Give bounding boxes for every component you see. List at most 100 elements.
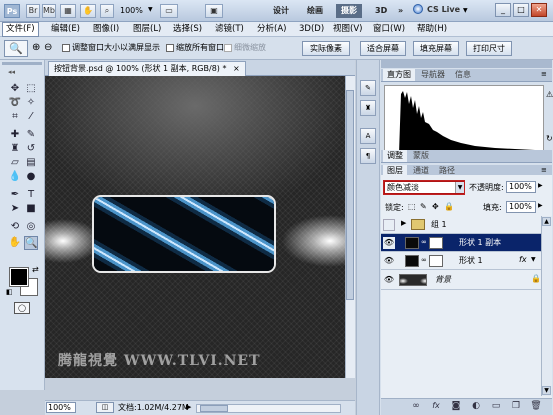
mini-bridge-button[interactable]: Mb <box>42 4 56 18</box>
fx-icon[interactable]: fx <box>519 255 527 264</box>
quick-mask-icon[interactable]: ◯ <box>14 302 30 314</box>
tab-adjustments[interactable]: 调整 <box>383 150 407 162</box>
character-panel-icon[interactable]: A <box>360 128 376 144</box>
scroll-down-icon[interactable]: ▼ <box>542 386 551 395</box>
expand-arrow-icon[interactable]: ▶ <box>401 219 406 227</box>
fill-field[interactable]: 100% <box>506 201 536 213</box>
layer-row-shape[interactable]: 👁 ∞ 形状 1 fx ▼ <box>381 252 541 270</box>
clone-stamp-tool-icon[interactable]: ♜ <box>8 142 22 156</box>
expand-effects-icon[interactable]: ▼ <box>531 256 536 263</box>
close-icon[interactable]: ✕ <box>531 3 547 17</box>
status-menu-icon[interactable]: ◫ <box>96 402 114 413</box>
bridge-button[interactable]: Br <box>26 4 40 18</box>
workspace-photography[interactable]: 摄影 <box>336 4 362 18</box>
extras-icon[interactable]: ▦ <box>60 4 76 18</box>
crop-tool-icon[interactable]: ⌗ <box>8 110 22 124</box>
hand-tool-icon[interactable]: ✋ <box>8 236 22 250</box>
eye-icon[interactable]: 👁 <box>383 237 395 249</box>
menu-edit[interactable]: 编辑(E) <box>48 22 83 37</box>
checkbox-box[interactable] <box>62 43 70 52</box>
zoom-out-icon[interactable]: ⊖ <box>44 42 52 53</box>
add-mask-icon[interactable]: ◙ <box>450 400 462 412</box>
swap-colors-icon[interactable]: ⇄ <box>32 265 39 274</box>
maximize-icon[interactable]: □ <box>513 3 529 17</box>
panel-menu-icon[interactable]: ≡ <box>541 166 547 174</box>
eye-icon[interactable]: 👁 <box>383 255 395 267</box>
zoom-all-windows-checkbox[interactable]: 缩放所有窗口 <box>166 43 224 53</box>
fx-icon[interactable]: fx <box>430 400 442 412</box>
layers-scrollbar[interactable] <box>541 216 552 396</box>
document-tab[interactable]: 按钮背景.psd @ 100% (形状 1 副本, RGB/8) * × <box>48 61 246 76</box>
adjustment-layer-icon[interactable]: ◐ <box>470 400 482 412</box>
tab-histogram[interactable]: 直方图 <box>383 69 415 81</box>
menu-view[interactable]: 视图(V) <box>330 22 365 37</box>
arrange-documents-icon[interactable]: ▭ <box>160 4 178 18</box>
refresh-icon[interactable]: ⚠ <box>546 90 553 99</box>
path-selection-tool-icon[interactable]: ➤ <box>8 202 22 216</box>
zoom-tool-icon[interactable]: ⌕ <box>100 4 114 18</box>
history-brush-tool-icon[interactable]: ↺ <box>24 142 38 156</box>
fill-screen-button[interactable]: 填充屏幕 <box>413 41 459 56</box>
clone-source-panel-icon[interactable]: ♜ <box>360 100 376 116</box>
print-size-button[interactable]: 打印尺寸 <box>466 41 512 56</box>
toolbox-grip[interactable] <box>2 62 42 65</box>
resize-windows-checkbox[interactable]: 调整窗口大小以满屏显示 <box>62 43 160 53</box>
menu-3d[interactable]: 3D(D) <box>296 22 327 37</box>
lock-transparent-icon[interactable]: ⬚ <box>408 202 416 211</box>
magic-wand-tool-icon[interactable]: ✧ <box>24 96 38 110</box>
lasso-tool-icon[interactable]: ➰ <box>8 96 22 110</box>
hand-tool-icon[interactable]: ✋ <box>80 4 96 18</box>
collapse-icon[interactable]: ◂◂ <box>8 68 15 76</box>
checkbox-box[interactable] <box>166 43 174 52</box>
eraser-tool-icon[interactable]: ▱ <box>8 156 22 170</box>
pen-tool-icon[interactable]: ✒ <box>8 188 22 202</box>
minimize-icon[interactable]: _ <box>495 3 511 17</box>
menu-file[interactable]: 文件(F) <box>2 22 39 37</box>
eye-icon[interactable]: 👁 <box>383 274 395 286</box>
checkbox-box[interactable] <box>224 43 232 52</box>
3d-orbit-tool-icon[interactable]: ◎ <box>24 220 38 234</box>
tab-info[interactable]: 信息 <box>451 69 475 81</box>
zoom-preset-picker[interactable]: 🔍 <box>4 40 28 57</box>
chevron-down-icon[interactable]: ▼ <box>455 182 464 193</box>
refresh-icon[interactable]: ↻ <box>546 134 553 143</box>
zoom-field[interactable]: 100% <box>46 402 76 413</box>
menu-image[interactable]: 图像(I) <box>90 22 122 37</box>
lock-image-icon[interactable]: ✎ <box>420 202 427 211</box>
cs-live-button[interactable]: CS Live <box>427 5 460 14</box>
marquee-tool-icon[interactable]: ⬚ <box>24 82 38 96</box>
panel-menu-icon[interactable]: ≡ <box>541 70 547 78</box>
lock-position-icon[interactable]: ✥ <box>432 202 439 211</box>
workspace-3d[interactable]: 3D <box>370 4 392 18</box>
scrubby-zoom-checkbox[interactable]: 细微缩放 <box>224 43 266 53</box>
menu-layer[interactable]: 图层(L) <box>130 22 164 37</box>
new-group-icon[interactable]: ▭ <box>490 400 502 412</box>
new-layer-icon[interactable]: ❐ <box>510 400 522 412</box>
link-layers-icon[interactable]: ∞ <box>410 400 422 412</box>
screen-mode-icon[interactable]: ▣ <box>205 4 223 18</box>
panel-grip[interactable] <box>381 60 552 68</box>
visibility-toggle[interactable] <box>383 219 395 231</box>
menu-select[interactable]: 选择(S) <box>170 22 205 37</box>
scrollbar-thumb[interactable] <box>346 90 354 300</box>
gradient-tool-icon[interactable]: ▤ <box>24 156 38 170</box>
menu-help[interactable]: 帮助(H) <box>414 22 450 37</box>
zoom-in-icon[interactable]: ⊕ <box>32 42 40 53</box>
workspace-painting[interactable]: 绘画 <box>302 4 328 18</box>
trash-icon[interactable]: 🗑 <box>530 400 542 412</box>
move-tool-icon[interactable]: ✥ <box>8 82 22 96</box>
opacity-field[interactable]: 100% <box>506 181 536 193</box>
play-arrow-icon[interactable]: ▶ <box>186 403 191 411</box>
menu-analysis[interactable]: 分析(A) <box>254 22 289 37</box>
tab-masks[interactable]: 蒙版 <box>409 150 433 162</box>
menu-filter[interactable]: 滤镜(T) <box>212 22 247 37</box>
scroll-up-icon[interactable]: ▲ <box>542 217 551 226</box>
scrollbar-thumb[interactable] <box>200 405 228 412</box>
paragraph-panel-icon[interactable]: ¶ <box>360 148 376 164</box>
type-tool-icon[interactable]: T <box>24 188 38 202</box>
healing-brush-tool-icon[interactable]: ✚ <box>8 128 22 142</box>
lock-all-icon[interactable]: 🔒 <box>444 202 454 211</box>
fit-screen-button[interactable]: 适合屏幕 <box>360 41 406 56</box>
opacity-slider-icon[interactable]: ▶ <box>538 182 543 189</box>
blur-tool-icon[interactable]: 💧 <box>8 170 22 184</box>
